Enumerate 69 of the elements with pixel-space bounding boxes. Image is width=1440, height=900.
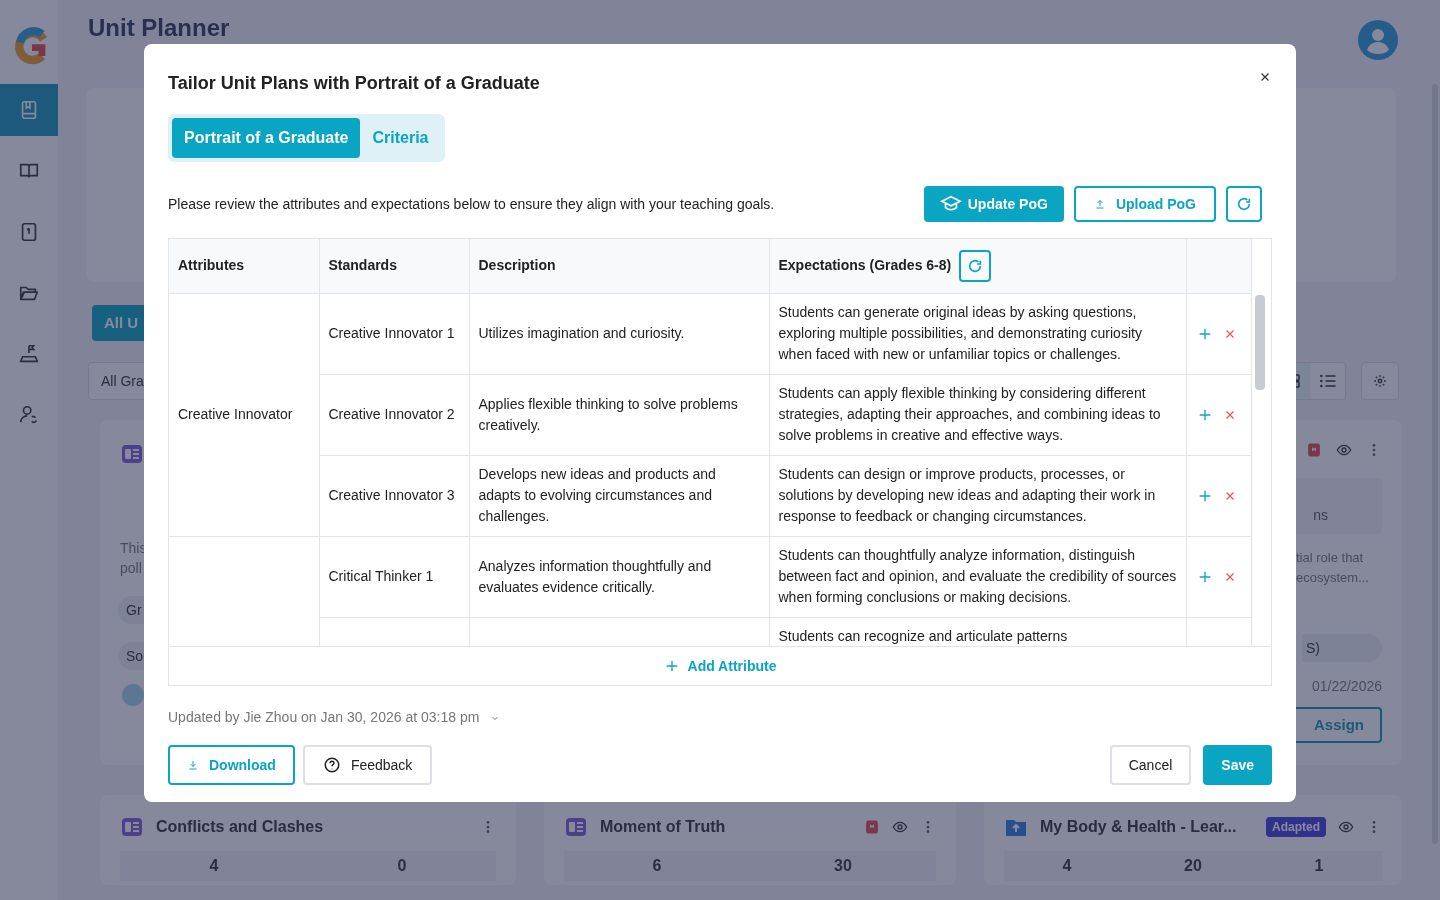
stat-number: 1 (1314, 856, 1324, 876)
update-pog-button[interactable]: Update PoG (923, 186, 1064, 222)
help-icon (322, 756, 341, 774)
dialog-title: Tailor Unit Plans with Portrait of a Graduate (168, 72, 540, 95)
description-text: Develops new ideas and products and adapts to evolving circumstances and challenges. (478, 465, 717, 526)
unit-icon (120, 442, 144, 466)
stat-number: 0 (397, 856, 407, 876)
stat-number: 4 (1062, 856, 1072, 876)
feedback-button[interactable]: Feedback (302, 745, 433, 785)
tab[interactable]: Portrait of a Graduate (172, 118, 361, 158)
card-title: My Body & Health - Lear... (1040, 817, 1237, 837)
card-title: Moment of Truth (600, 817, 726, 837)
adapted-badge: Adapted (1266, 817, 1326, 837)
card-title: Conflicts and Clashes (156, 817, 324, 837)
stat-number: 4 (209, 856, 219, 876)
stat-number: 6 (652, 856, 662, 876)
upload-pog-button[interactable]: Upload PoG (1073, 186, 1216, 222)
tag-chip: S) (1302, 634, 1382, 662)
summary-text: tial role that (1296, 549, 1364, 567)
description-text: Utilizes imagination and curiosity. (478, 324, 686, 343)
refresh-icon (1236, 196, 1252, 212)
stat-number: 20 (1184, 856, 1202, 876)
expectation-text: Students can generate original ideas by asking questions, exploring multiple possibilities, and demonstrating curiosity when faced with new or unfamiliar topics or challenges. (778, 303, 1143, 364)
download-icon (187, 759, 199, 771)
column-header: Standards (319, 239, 469, 293)
standard-text: Critical Thinker 1 (328, 567, 435, 586)
settings-button[interactable] (1361, 362, 1399, 400)
description-text: Analyzes information thoughtfully and evaluates evidence critically. (478, 556, 713, 597)
instruction-text: Please review the attributes and expectations below to ensure they align with your teaching goals. (168, 194, 776, 214)
user-sync-icon (18, 404, 40, 426)
column-header: Attributes (169, 239, 319, 293)
expectation-text: Students can apply flexible thinking by considering different strategies, adapting their approaches, and combining ideas to solve problems in creative and effective ways. (778, 384, 1162, 445)
refresh-button[interactable] (959, 249, 992, 282)
table-scrollbar[interactable] (1254, 295, 1265, 390)
sidebar-nav-button[interactable] (0, 84, 58, 136)
attribute-name: Creative Innovator (178, 406, 293, 422)
download-button[interactable]: Download (168, 745, 295, 785)
add-attribute-button[interactable]: Add Attribute (168, 646, 1272, 686)
refresh-icon (967, 257, 984, 274)
eye-icon[interactable] (892, 819, 908, 835)
standard-text: Creative Innovator 1 (328, 324, 456, 343)
summary-text: poll (120, 559, 143, 578)
standard-text: Creative Innovator 3 (328, 486, 456, 505)
unit-icon (120, 815, 144, 839)
expectation-text: Students can thoughtfully analyze information, distinguish between fact and opinion, and evaluate the credibility of sources when forming conclusions or making decisions. (778, 546, 1177, 607)
unit-icon (564, 815, 588, 839)
gear-icon (1373, 374, 1387, 388)
cancel-button[interactable]: Cancel (1109, 745, 1192, 785)
date-text: 01/22/2026 (1311, 677, 1382, 696)
tab[interactable]: Criteria (360, 118, 441, 158)
update-info-text: Updated by Jie Zhou on Jan 30, 2026 at 03:18 pm (168, 708, 480, 727)
eye-icon[interactable] (1336, 442, 1352, 458)
avatar-icon (122, 684, 144, 706)
summary-text: ecosystem... (1296, 569, 1369, 587)
column-header: Description (469, 239, 769, 293)
save-button[interactable]: Save (1203, 745, 1272, 785)
description-text: Applies flexible thinking to solve problems creatively. (478, 394, 739, 435)
eye-icon[interactable] (1338, 819, 1354, 835)
flag-icon (18, 343, 40, 365)
standard-text: Creative Innovator 2 (328, 405, 456, 424)
avatar-icon[interactable] (1358, 20, 1398, 60)
expectation-text: Students can design or improve products, processes, or solutions by developing new ideas and adapting their work in response to feedback or changing circumstances. (778, 465, 1157, 526)
bookmark-icon[interactable] (864, 819, 880, 835)
bookmark-icon[interactable] (1306, 442, 1322, 458)
stat-number: 30 (834, 856, 852, 876)
expectation-text: Students can recognize and articulate patterns (778, 626, 1069, 646)
refresh-button[interactable] (1226, 186, 1262, 222)
page-title: Unit Planner (88, 14, 230, 42)
column-header: Expectations (Grades 6-8) (778, 256, 952, 276)
